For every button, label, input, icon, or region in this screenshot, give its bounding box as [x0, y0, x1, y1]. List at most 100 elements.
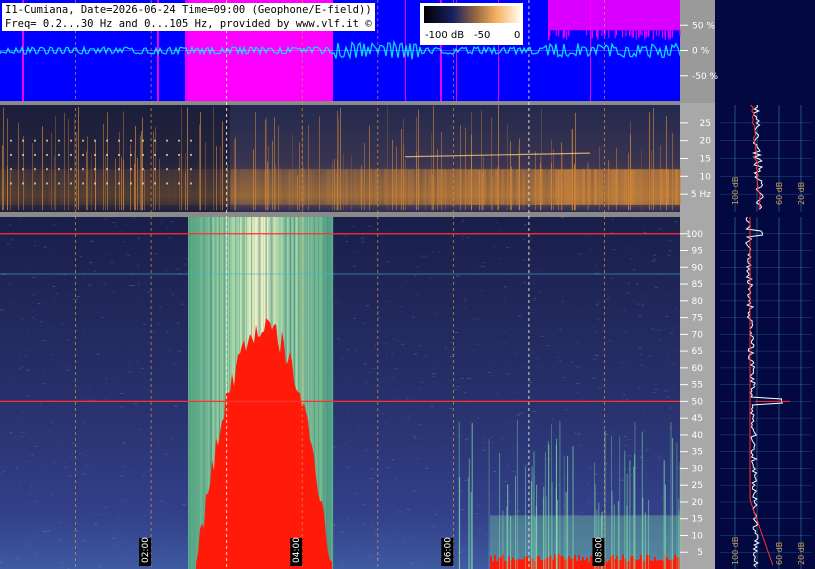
- spectrogram-high-noise: [492, 470, 496, 472]
- spectrogram-low-pulse: [118, 168, 120, 171]
- spectrogram-low-pulse: [94, 139, 96, 142]
- spectrogram-high-low-saturation: [580, 560, 582, 569]
- spectrogram-high-noise: [540, 335, 545, 337]
- spectrogram-high-noise: [77, 524, 82, 526]
- spectrogram-high-noise: [633, 269, 636, 271]
- spectrogram-high-noise: [674, 221, 677, 223]
- spectrogram-high-tick-label: 95: [692, 247, 703, 257]
- spectrogram-high-low-saturation: [526, 556, 528, 569]
- spectrogram-high-noise: [365, 305, 370, 307]
- spectrogram-high-noise: [506, 373, 510, 375]
- spectrogram-high-streak: [663, 460, 665, 569]
- spectrogram-low-band: [462, 169, 465, 205]
- spectrogram-high-low-saturation: [640, 554, 642, 569]
- spectrogram-low-pulse: [106, 182, 108, 185]
- spectrogram-high-streak: [533, 474, 535, 569]
- spectrogram-high-noise: [342, 562, 346, 564]
- spectrogram-low-streak: [76, 132, 77, 211]
- spectrogram-high-noise: [15, 522, 18, 524]
- spectrogram-low-pulse: [118, 153, 120, 156]
- spectrogram-high-streak: [679, 462, 681, 569]
- spectrogram-high-noise: [491, 375, 494, 376]
- spectrogram-high-noise: [522, 506, 524, 508]
- spectrogram-high-noise: [461, 509, 465, 510]
- spectrogram-high-streak: [633, 466, 635, 569]
- spectrogram-high-noise: [103, 218, 108, 220]
- spectrogram-high-low-saturation: [660, 560, 662, 569]
- spectrogram-low-band: [147, 169, 150, 205]
- spectrogram-low-streak: [144, 169, 145, 211]
- spectrogram-high-noise: [388, 406, 391, 408]
- spectrogram-low-pulse: [34, 182, 36, 185]
- spectrogram-high-noise: [591, 404, 593, 406]
- spectrogram-high-noise: [119, 475, 124, 477]
- spectrogram-high-noise: [37, 303, 41, 305]
- spectrogram-high-noise: [184, 406, 186, 408]
- spectrogram-low-pulse: [94, 168, 96, 171]
- spectrogram-low-band: [663, 169, 666, 205]
- spectrogram-high-noise: [510, 449, 514, 451]
- spectrogram-low-pulse: [118, 182, 120, 185]
- spectrogram-high-noise: [17, 417, 19, 419]
- spectrogram-high-noise: [166, 331, 169, 333]
- spectrogram-high-noise: [528, 381, 532, 383]
- spectrogram-high-noise: [24, 355, 27, 357]
- spectrogram-high-noise: [626, 292, 630, 294]
- spectrogram-high-noise: [369, 477, 374, 479]
- spectrogram-low-streak: [630, 121, 631, 211]
- spectrogram-high-noise: [19, 368, 22, 370]
- spectrum-high-db-label: 100 dB: [731, 537, 740, 565]
- spectrogram-high-noise: [492, 363, 495, 364]
- spectrogram-low-streak: [266, 116, 267, 211]
- spectrogram-high-low-saturation: [496, 561, 498, 569]
- spectrogram-low-pulse: [58, 182, 60, 185]
- colorbar-label-mid: -50: [474, 30, 491, 41]
- spectrogram-high-streak: [545, 496, 547, 569]
- spectrogram-high-noise: [25, 545, 28, 547]
- spectrogram-high-noise: [73, 380, 76, 382]
- spectrogram-low-pulse: [154, 182, 156, 185]
- spectrogram-low-streak: [140, 135, 141, 211]
- spectrogram-high-noise: [417, 564, 421, 566]
- spectrogram-high-noise: [97, 311, 100, 313]
- spectrogram-high-noise: [418, 345, 423, 347]
- spectrogram-high-noise: [400, 306, 404, 308]
- spectrogram-high-noise: [5, 523, 7, 525]
- spectrogram-high-low-saturation: [656, 560, 658, 569]
- spectrogram-high-noise: [623, 435, 628, 437]
- spectrogram-low-band: [576, 169, 579, 205]
- spectrogram-low-band: [237, 169, 240, 205]
- spectrogram-high-noise: [503, 480, 508, 482]
- spectrogram-high-noise: [112, 222, 116, 224]
- spectrogram-low-pulse: [46, 168, 48, 171]
- spectrogram-high-noise: [427, 497, 432, 499]
- spectrogram-low-band: [366, 169, 369, 205]
- amplitude-envelope-fringe: [555, 30, 557, 36]
- spectrogram-high-noise: [665, 315, 669, 317]
- spectrogram-high-noise: [65, 339, 69, 341]
- spectrogram-low-band: [228, 169, 231, 205]
- spectrogram-low-streak: [86, 151, 87, 211]
- spectrogram-low-streak: [651, 150, 652, 211]
- spectrogram-low-streak: [351, 155, 352, 211]
- spectrogram-low-band: [438, 169, 441, 205]
- spectrogram-low-streak: [460, 124, 461, 211]
- spectrogram-high-noise: [648, 355, 653, 357]
- spectrogram-low-streak: [187, 107, 188, 211]
- spectrogram-low-pulse: [178, 182, 180, 185]
- spectrogram-high-noise: [407, 416, 410, 418]
- spectrogram-high-streak: [634, 422, 636, 569]
- spectrogram-high-noise: [161, 221, 164, 223]
- spectrogram-high-noise: [9, 432, 13, 434]
- spectrogram-high-low-saturation: [590, 555, 592, 569]
- spectrogram-high-noise: [578, 253, 582, 255]
- spectrogram-low-band: [450, 169, 453, 205]
- spectrogram-high-burst-streak: [326, 217, 328, 569]
- spectrogram-low-band: [525, 169, 528, 205]
- spectrogram-high-burst-streak: [330, 217, 332, 569]
- spectrogram-low-band: [282, 169, 285, 205]
- spectrogram-high-noise: [646, 447, 650, 449]
- spectrogram-low-streak: [649, 112, 650, 211]
- spectrogram-low-band: [669, 169, 672, 205]
- spectrogram-high-noise: [34, 552, 37, 554]
